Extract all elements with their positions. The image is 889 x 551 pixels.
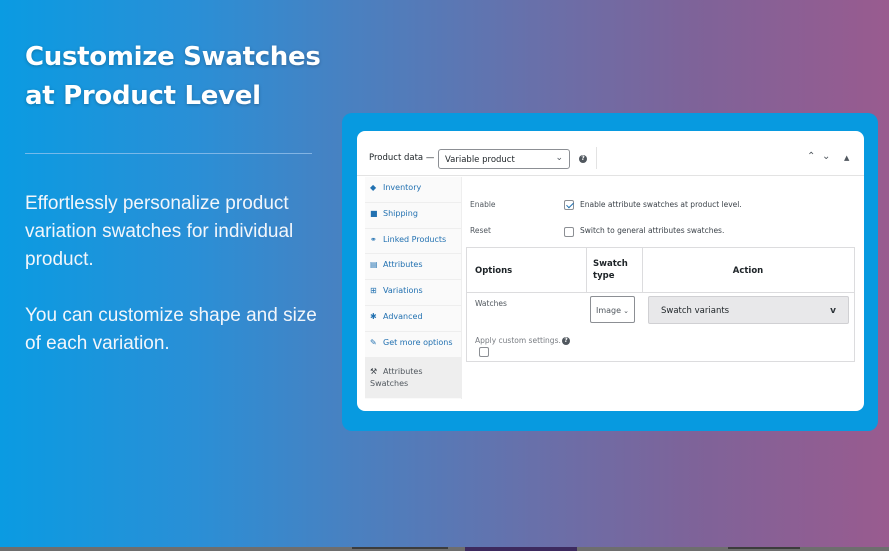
chevron-down-icon: ⌄ bbox=[623, 307, 629, 315]
hero-divider bbox=[25, 153, 312, 154]
tab-shipping[interactable]: ■ Shipping bbox=[365, 203, 461, 229]
link-icon: ⚭ bbox=[370, 234, 377, 244]
truck-icon: ■ bbox=[370, 208, 378, 218]
product-data-tabs: ◆ Inventory ■ Shipping ⚭ Linked Products ▤ A… bbox=[365, 177, 462, 399]
hero-title-line2: at Product Level bbox=[25, 81, 261, 111]
cut-off-content-strip bbox=[0, 547, 889, 551]
swatches-settings-panel: Enable Enable attribute swatches at prod… bbox=[463, 177, 864, 411]
reset-label: Reset bbox=[470, 226, 491, 235]
help-icon[interactable]: ? bbox=[579, 155, 587, 163]
tab-label: Inventory bbox=[383, 183, 422, 192]
tab-advanced[interactable]: ✱ Advanced bbox=[365, 306, 461, 332]
product-data-label: Product data — bbox=[369, 153, 435, 163]
product-data-header: Product data — Variable product ⌄ ? ⌃ ⌄ … bbox=[357, 131, 864, 176]
hero-title-line1: Customize Swatches bbox=[25, 42, 321, 72]
header-swatch-type: Swatch type bbox=[593, 259, 628, 281]
move-up-icon[interactable]: ⌃ bbox=[807, 151, 815, 162]
attributes-icon: ▤ bbox=[370, 260, 378, 270]
enable-description: Enable attribute swatches at product lev… bbox=[580, 200, 742, 209]
apply-custom-settings-checkbox[interactable] bbox=[479, 347, 489, 357]
chevron-down-icon: ⌄ bbox=[555, 153, 563, 163]
enable-checkbox[interactable] bbox=[564, 200, 574, 210]
hero-paragraph-2: You can customize shape and size of each… bbox=[25, 305, 317, 354]
tab-inventory[interactable]: ◆ Inventory bbox=[365, 177, 461, 203]
gear-icon: ✱ bbox=[370, 311, 377, 321]
wrench-icon: ⚒ bbox=[370, 366, 378, 376]
swatch-variants-dropdown[interactable]: Swatch variants v bbox=[648, 296, 849, 324]
hero-title: Customize Swatches at Product Level bbox=[25, 38, 345, 116]
attribute-name: Watches bbox=[475, 299, 507, 308]
tab-label: Get more options bbox=[383, 337, 453, 347]
cut-off-text bbox=[352, 547, 448, 549]
swatch-type-value: Image bbox=[596, 306, 622, 315]
cut-off-button bbox=[465, 547, 577, 551]
toggle-panel-icon[interactable]: ▲ bbox=[844, 154, 849, 162]
move-down-icon[interactable]: ⌄ bbox=[822, 151, 830, 162]
swatch-table: Options Swatch type Action Watches Image… bbox=[466, 247, 855, 362]
tab-label: Shipping bbox=[383, 208, 418, 218]
grid-icon: ⊞ bbox=[370, 286, 377, 296]
tab-linked-products[interactable]: ⚭ Linked Products bbox=[365, 229, 461, 255]
product-type-select[interactable]: Variable product ⌄ bbox=[438, 149, 570, 169]
help-icon[interactable]: ? bbox=[562, 337, 570, 345]
apply-custom-settings-label: Apply custom settings. bbox=[475, 336, 561, 345]
hero-paragraph-1: Effortlessly personalize product variati… bbox=[25, 193, 294, 270]
tab-attributes-swatches[interactable]: ⚒ Attributes Swatches bbox=[365, 357, 461, 398]
tab-get-more-options[interactable]: ✎ Get more options bbox=[365, 332, 461, 358]
chevron-down-icon: v bbox=[830, 306, 836, 316]
inventory-icon: ◆ bbox=[370, 183, 377, 192]
column-separator bbox=[586, 248, 587, 293]
tab-label: Variations bbox=[383, 286, 423, 296]
header-options: Options bbox=[475, 266, 513, 276]
cut-off-text bbox=[728, 547, 800, 549]
header-separator bbox=[596, 147, 597, 169]
tab-label: Linked Products bbox=[383, 234, 447, 244]
enable-label: Enable bbox=[470, 200, 496, 209]
swatch-variants-label: Swatch variants bbox=[661, 306, 730, 316]
swatch-type-select[interactable]: Image ⌄ bbox=[590, 296, 635, 323]
product-type-value: Variable product bbox=[445, 155, 515, 165]
tab-attributes[interactable]: ▤ Attributes bbox=[365, 254, 461, 281]
reset-description: Switch to general attributes swatches. bbox=[580, 226, 725, 235]
tab-label: Advanced bbox=[383, 311, 423, 321]
table-header-row: Options Swatch type Action bbox=[467, 248, 854, 293]
tab-label: Attributes bbox=[383, 260, 423, 270]
header-action: Action bbox=[732, 266, 764, 276]
product-data-panel: Product data — Variable product ⌄ ? ⌃ ⌄ … bbox=[357, 131, 864, 411]
tab-variations[interactable]: ⊞ Variations bbox=[365, 280, 461, 306]
reset-checkbox[interactable] bbox=[564, 227, 574, 237]
plugin-icon: ✎ bbox=[370, 337, 377, 347]
